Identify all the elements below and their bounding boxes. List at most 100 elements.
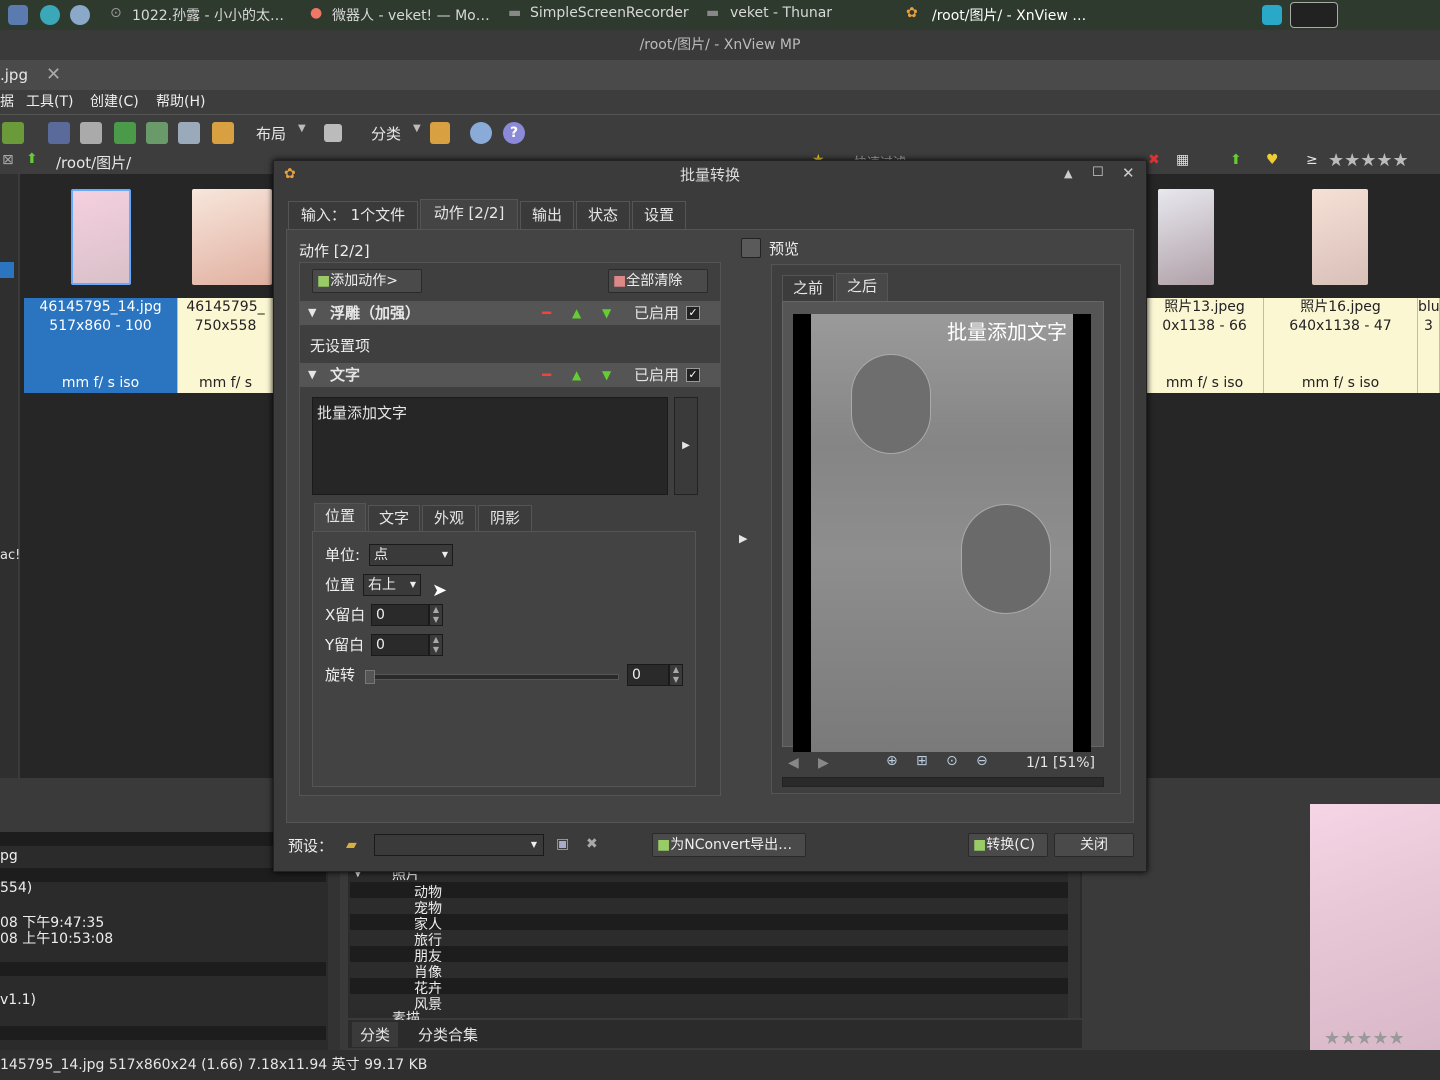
preview-toggle-icon[interactable] <box>741 238 761 258</box>
tab-status[interactable]: 状态 <box>576 201 630 229</box>
tab-actions[interactable]: 动作 [2/2] <box>420 199 518 229</box>
menu-help[interactable]: 帮助(H) <box>156 91 205 111</box>
taskbar-item-thunar[interactable]: veket - Thunar <box>730 5 832 21</box>
position-select[interactable]: 右上 ▼ <box>363 574 421 596</box>
subtab-position[interactable]: 位置 <box>314 503 366 531</box>
export-nconvert-button[interactable]: ■为NConvert导出… <box>652 833 806 857</box>
collapse-icon[interactable]: ▼ <box>308 301 316 325</box>
thumb-name[interactable]: blu <box>1418 298 1440 317</box>
subtab-appearance[interactable]: 外观 <box>422 505 476 531</box>
thumb-name[interactable]: 照片16.jpeg <box>1264 298 1418 317</box>
up-arrow-icon[interactable]: ⬆ <box>26 151 38 167</box>
expand-preview-arrow-icon[interactable]: ▶ <box>739 532 747 545</box>
x-margin-spinner[interactable]: ▲ ▼ <box>429 604 443 626</box>
thumbnail-image[interactable] <box>71 189 131 285</box>
zoom-out-icon[interactable]: ⊖ <box>976 753 988 769</box>
remove-icon[interactable]: ━ <box>542 301 551 325</box>
tray-xnview-icon[interactable] <box>1290 2 1338 28</box>
refresh-icon[interactable] <box>114 122 136 144</box>
taskbar-item-music[interactable]: 1022.孙露 - 小小的太… <box>132 5 284 25</box>
fit-icon[interactable]: ⊞ <box>916 753 928 769</box>
rotate-input[interactable]: 0 <box>627 664 669 686</box>
tab-category-sets[interactable]: 分类合集 <box>410 1022 486 1047</box>
tab-input[interactable]: 输入： 1个文件 <box>288 201 418 229</box>
enabled-checkbox[interactable]: ✓ <box>686 368 700 382</box>
taskbar-item-recorder[interactable]: SimpleScreenRecorder <box>530 5 689 21</box>
binoculars-icon[interactable] <box>48 122 70 144</box>
menu-create[interactable]: 创建(C) <box>90 91 139 111</box>
taskbar-item-browser[interactable]: 微器人 - veket! — Mo… <box>332 5 490 25</box>
enabled-checkbox[interactable]: ✓ <box>686 306 700 320</box>
action-header-emboss[interactable]: ▼ 浮雕（加强） ━ ▲ ▼ 已启用 ✓ <box>300 301 720 325</box>
thumb-name[interactable]: 46145795_14.jpg <box>24 298 178 317</box>
tree-icon[interactable] <box>430 122 450 144</box>
path-field[interactable]: /root/图片/ <box>56 152 131 173</box>
tray-network-icon[interactable] <box>1262 5 1282 25</box>
print-icon[interactable] <box>80 122 102 144</box>
rating-stars-icon[interactable]: ★★★★★ <box>1324 1028 1405 1049</box>
rotate-slider-handle[interactable] <box>365 670 375 684</box>
taskbar-item-xnview[interactable]: /root/图片/ - XnView … <box>932 5 1086 25</box>
folder-icon[interactable]: ▰ <box>346 837 357 853</box>
convert-icon[interactable] <box>146 122 168 144</box>
chevron-down-icon[interactable]: ▼ <box>298 123 306 134</box>
slideshow-icon[interactable] <box>212 122 234 144</box>
capture-icon[interactable] <box>178 122 200 144</box>
menu-data[interactable]: 据 <box>0 91 14 111</box>
convert-button[interactable]: ■转换(C) <box>968 833 1048 857</box>
thumbnail-image[interactable] <box>192 189 272 285</box>
variable-menu-button[interactable]: ▶ <box>674 397 698 495</box>
move-up-icon[interactable]: ▲ <box>572 301 581 325</box>
close-icon[interactable]: ✖ <box>1148 152 1160 168</box>
view-icon[interactable] <box>324 124 342 142</box>
subtab-shadow[interactable]: 阴影 <box>478 505 532 531</box>
y-margin-spinner[interactable]: ▲ ▼ <box>429 634 443 656</box>
x-margin-input[interactable]: 0 <box>371 604 429 626</box>
rating-stars-icon[interactable]: ★★★★★ <box>1328 150 1409 171</box>
chevron-down-icon[interactable]: ▼ <box>413 123 421 134</box>
rating-compare[interactable]: ≥ <box>1306 152 1318 168</box>
delete-preset-icon[interactable]: ✖ <box>586 836 598 852</box>
tab-after[interactable]: 之后 <box>836 273 888 301</box>
back-arrow-icon[interactable]: ◀ <box>788 755 799 771</box>
subtab-text[interactable]: 文字 <box>368 505 420 531</box>
thumbnail-image[interactable] <box>1158 189 1214 285</box>
grid-view-icon[interactable]: ▦ <box>1176 152 1189 168</box>
remove-icon[interactable]: ━ <box>542 363 551 387</box>
sort-icon[interactable]: ⬆ <box>1230 152 1242 168</box>
open-icon[interactable] <box>2 122 24 144</box>
thumbnail-image[interactable] <box>1312 189 1368 285</box>
filter-icon[interactable]: ♥ <box>1266 152 1279 168</box>
close-panel-icon[interactable]: ⊠ <box>2 152 14 168</box>
clear-all-button[interactable]: ■全部清除 <box>608 269 708 293</box>
unit-select[interactable]: 点 ▼ <box>369 544 453 566</box>
browser-icon[interactable] <box>70 5 90 25</box>
thumb-name[interactable]: 照片13.jpeg <box>1146 298 1264 317</box>
zoom-in-icon[interactable]: ⊕ <box>886 753 898 769</box>
close-icon[interactable]: ✕ <box>1122 164 1135 182</box>
rotate-slider[interactable] <box>367 674 619 680</box>
zoom-icon[interactable]: ⊙ <box>946 753 958 769</box>
action-header-text[interactable]: ▼ 文字 ━ ▲ ▼ 已启用 ✓ <box>300 363 720 387</box>
close-button[interactable]: 关闭 <box>1054 833 1134 857</box>
tab-settings[interactable]: 设置 <box>632 201 686 229</box>
shade-icon[interactable]: ▲ <box>1064 167 1072 180</box>
preset-select[interactable]: ▼ <box>374 834 544 856</box>
close-tab-icon[interactable]: ✕ <box>46 64 61 85</box>
text-input[interactable]: 批量添加文字 <box>312 397 668 495</box>
tab-categories[interactable]: 分类 <box>352 1022 399 1047</box>
move-down-icon[interactable]: ▼ <box>602 301 611 325</box>
add-action-button[interactable]: ■添加动作> <box>312 269 422 293</box>
classify-button[interactable]: 分类 <box>371 123 401 144</box>
scrollbar[interactable] <box>1068 866 1080 1018</box>
save-preset-icon[interactable]: ▣ <box>556 836 569 852</box>
check-icon[interactable] <box>40 5 60 25</box>
y-margin-input[interactable]: 0 <box>371 634 429 656</box>
gear-icon[interactable] <box>470 122 492 144</box>
tab-output[interactable]: 输出 <box>520 201 574 229</box>
layout-button[interactable]: 布局 <box>256 123 286 144</box>
menu-tools[interactable]: 工具(T) <box>26 91 73 111</box>
maximize-icon[interactable]: ☐ <box>1092 165 1104 180</box>
move-down-icon[interactable]: ▼ <box>602 363 611 387</box>
tab-label[interactable]: .jpg <box>0 66 28 84</box>
